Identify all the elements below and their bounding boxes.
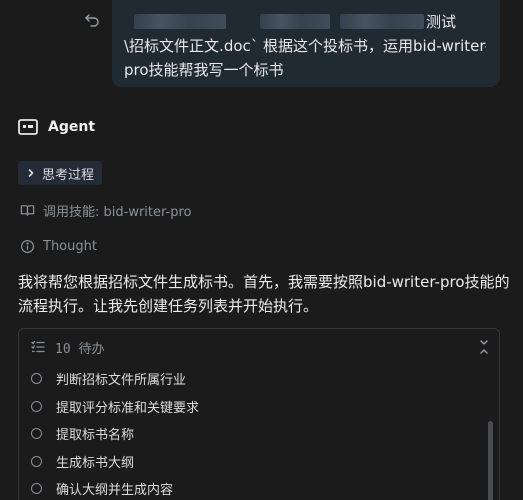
todo-item[interactable]: 判断招标文件所属行业 (19, 365, 499, 393)
todo-checkbox[interactable] (31, 400, 42, 412)
todo-header-label: 10 待办 (55, 341, 105, 357)
checklist-icon (31, 340, 45, 353)
skill-invocation[interactable]: 调用技能: bid-writer-pro (20, 201, 192, 220)
assistant-message: 我将帮您根据招标文件生成标书。首先，我需要按照bid-writer-pro技能的… (18, 273, 510, 315)
todo-item[interactable]: 确认大纲并生成内容 (19, 475, 499, 500)
user-message-line-3: pro技能帮我写一个标书 (124, 61, 284, 79)
todo-list: 判断招标文件所属行业 提取评分标准和关键要求 提取标书名称 生成标书大纲 确认大… (19, 365, 499, 500)
redacted-text (134, 14, 226, 29)
agent-terminal-icon (18, 119, 38, 135)
user-message-line-2: \招标文件正文.doc` 根据这个投标书，运用bid-writer- (124, 37, 486, 55)
thinking-process-toggle[interactable]: 思考过程 (18, 161, 103, 185)
todo-item[interactable]: 生成标书大纲 (19, 448, 499, 476)
info-icon (20, 239, 35, 253)
todo-item[interactable]: 提取评分标准和关键要求 (19, 393, 499, 421)
user-message-text-1: 测试 (426, 13, 457, 31)
thinking-process-label: 思考过程 (42, 167, 95, 183)
todo-header[interactable]: 10 待办 (19, 329, 499, 365)
todo-checkbox[interactable] (31, 428, 42, 440)
thought-line[interactable]: Thought (20, 237, 97, 255)
redacted-text (340, 14, 424, 29)
todo-item-label: 生成标书大纲 (56, 455, 135, 471)
todo-checkbox[interactable] (31, 483, 42, 495)
agent-title: Agent (48, 119, 96, 135)
todo-item-label: 提取评分标准和关键要求 (56, 400, 200, 416)
todo-item-label: 确认大纲并生成内容 (56, 483, 174, 499)
agent-header: Agent (18, 117, 95, 137)
user-message-bubble: 测试 \招标文件正文.doc` 根据这个投标书，运用bid-writer- pr… (112, 0, 500, 87)
todo-checkbox[interactable] (31, 455, 42, 467)
redacted-text (260, 14, 330, 29)
user-message-line-1: 测试 (124, 10, 486, 34)
skill-label: 调用技能: bid-writer-pro (43, 204, 192, 220)
chat-page: 测试 \招标文件正文.doc` 根据这个投标书，运用bid-writer- pr… (0, 0, 523, 500)
todo-item[interactable]: 提取标书名称 (19, 420, 499, 448)
todo-checkbox[interactable] (31, 373, 42, 385)
todo-item-label: 提取标书名称 (56, 428, 135, 444)
chevron-right-icon (28, 169, 34, 177)
thought-label: Thought (43, 238, 97, 254)
todo-panel: 10 待办 判断招标文件所属行业 提取评分标准和关键要求 提取标书名称 生成标书… (18, 328, 500, 500)
todo-scrollbar[interactable] (488, 421, 493, 500)
todo-item-label: 判断招标文件所属行业 (56, 373, 187, 389)
collapse-icon[interactable] (477, 339, 491, 355)
undo-icon[interactable] (84, 12, 100, 28)
book-icon (20, 204, 35, 216)
